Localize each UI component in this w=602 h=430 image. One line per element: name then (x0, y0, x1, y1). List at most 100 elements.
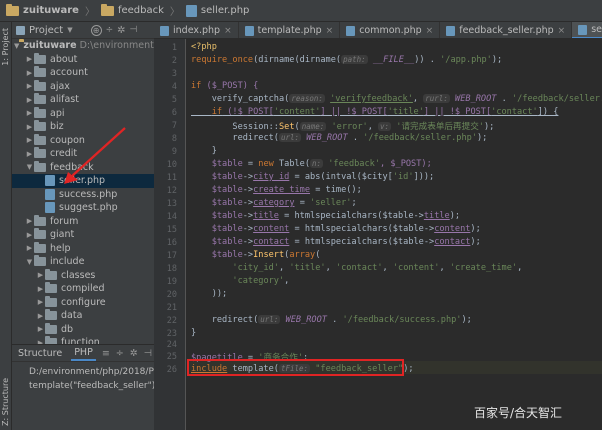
structure-item[interactable]: D:/environment/php/2018/PH (12, 365, 161, 379)
line-number: 15 (166, 225, 177, 235)
structure-item[interactable]: template("feedback_seller") (12, 379, 155, 393)
close-icon[interactable]: × (558, 26, 566, 36)
divide-icon[interactable]: ÷ (106, 25, 114, 35)
tree-folder-classes[interactable]: ▶ classes (12, 268, 154, 283)
hide-icon[interactable]: ⊣ (144, 348, 152, 359)
chevron-down-icon[interactable]: ▼ (67, 26, 72, 34)
tree-item-label: forum (50, 215, 79, 227)
tree-folder-about[interactable]: ▶ about (12, 52, 154, 67)
chevron-right-icon[interactable]: ▶ (36, 312, 45, 320)
chevron-right-icon[interactable]: ▶ (25, 96, 34, 104)
tree-folder-help[interactable]: ▶ help (12, 241, 154, 256)
tree-file-seller-php[interactable]: seller.php (12, 174, 154, 188)
close-icon[interactable]: × (426, 26, 434, 36)
tree-folder-forum[interactable]: ▶ forum (12, 214, 154, 229)
tree-folder-credit[interactable]: ▶ credit (12, 147, 154, 161)
tree-item-label: ajax (50, 80, 70, 92)
breadcrumb-root[interactable]: zuituware (23, 5, 79, 16)
divide-icon[interactable]: ÷ (116, 348, 124, 359)
tab-common-php[interactable]: common.php × (340, 22, 441, 38)
tree-folder-coupon[interactable]: ▶ coupon (12, 133, 154, 148)
tree-folder-alifast[interactable]: ▶ alifast (12, 93, 154, 107)
line-number: 8 (171, 134, 177, 144)
tree-file-success-php[interactable]: success.php (12, 188, 154, 202)
structure-tool-tab[interactable]: Z: Structure (1, 378, 10, 426)
tree-folder-function[interactable]: ▶ function (12, 336, 154, 344)
chevron-right-icon[interactable]: ▶ (25, 109, 34, 117)
chevron-right-icon[interactable]: ▶ (25, 55, 34, 63)
chevron-down-icon[interactable]: ▼ (25, 163, 34, 171)
gear-icon[interactable]: ✲ (117, 25, 125, 36)
tree-folder-ajax[interactable]: ▶ ajax (12, 79, 154, 94)
folder-icon (45, 309, 57, 321)
chevron-right-icon[interactable]: ▶ (25, 231, 34, 239)
chevron-right-icon[interactable]: ▶ (25, 82, 34, 90)
chevron-right-icon[interactable]: ▶ (25, 217, 34, 225)
chevron-down-icon[interactable]: ▼ (25, 258, 34, 266)
chevron-right-icon[interactable]: ▶ (25, 69, 34, 77)
tab-seller-php[interactable]: seller.php× (572, 22, 602, 38)
folder-icon (34, 79, 46, 91)
line-number: 26 (166, 365, 177, 375)
expand-arrow-icon[interactable]: ▼ (14, 42, 19, 50)
project-icon (16, 25, 25, 35)
tree-root[interactable]: ▼ zuituware D:\environment\ph (12, 39, 154, 53)
chevron-right-icon[interactable]: ▶ (36, 325, 45, 333)
tree-folder-data[interactable]: ▶ data (12, 309, 154, 323)
tree-item-label: compiled (61, 283, 105, 295)
tree-folder-include[interactable]: ▼ include (12, 255, 154, 269)
tree-item-label: giant (50, 229, 75, 241)
tree-folder-configure[interactable]: ▶ configure (12, 295, 154, 310)
line-number: 9 (171, 147, 177, 157)
target-icon[interactable]: ⊕ (90, 24, 102, 36)
close-icon[interactable]: × (224, 26, 232, 36)
tree-folder-giant[interactable]: ▶ giant (12, 228, 154, 242)
tab-feedback-seller-php[interactable]: feedback_seller.php × (440, 22, 573, 38)
chevron-right-icon[interactable]: ▶ (36, 298, 45, 306)
line-number: 22 (166, 316, 177, 326)
line-number: 13 (166, 199, 177, 209)
line-number: 16 (166, 238, 177, 248)
chevron-right-icon[interactable]: ▶ (25, 136, 34, 144)
folder-icon (34, 147, 46, 159)
tree-folder-compiled[interactable]: ▶ compiled (12, 282, 154, 296)
chevron-right-icon[interactable]: ▶ (25, 150, 34, 158)
tab-label: feedback_seller.php (459, 25, 554, 36)
folder-icon (34, 93, 46, 105)
close-icon[interactable]: × (326, 26, 334, 36)
tab-index-php[interactable]: index.php × (154, 22, 239, 38)
breadcrumb-folder[interactable]: feedback (118, 5, 164, 16)
tab-php[interactable]: PHP (71, 346, 96, 361)
code-line-6: if (!$_POST['content'] || !$_POST['title… (211, 107, 559, 117)
breadcrumb-file[interactable]: seller.php (201, 5, 249, 16)
line-number: 12 (166, 186, 177, 196)
hide-icon[interactable]: ⊣ (130, 25, 138, 35)
line-number: 1 (171, 43, 177, 53)
code-line-12: $table->create_time = time(); (211, 185, 362, 195)
breadcrumb-separator: 〉 (169, 7, 180, 18)
tree-item-label: feedback (50, 161, 94, 173)
project-view-selector[interactable]: Project (29, 25, 63, 36)
code-line-19: 'category', (232, 276, 290, 286)
line-number: 10 (166, 160, 177, 170)
tab-label: common.php (359, 25, 422, 36)
gear-icon[interactable]: ✲ (130, 348, 138, 359)
project-panel-header: Project ▼ ⊕ ÷ ✲ ⊣ (12, 22, 154, 39)
chevron-right-icon[interactable]: ▶ (25, 244, 34, 252)
tree-folder-feedback[interactable]: ▼ feedback (12, 160, 154, 175)
tree-folder-biz[interactable]: ▶ biz (12, 120, 154, 134)
chevron-right-icon[interactable]: ▶ (25, 123, 34, 131)
folder-icon (34, 52, 46, 64)
chevron-right-icon[interactable]: ▶ (36, 285, 45, 293)
tab-structure[interactable]: Structure (15, 347, 65, 360)
tree-folder-api[interactable]: ▶ api (12, 106, 154, 121)
chevron-right-icon[interactable]: ▶ (36, 271, 45, 279)
line-number: 4 (171, 82, 177, 92)
project-tool-tab[interactable]: 1: Project (1, 28, 10, 66)
sort-icon[interactable]: ≡ (102, 348, 110, 359)
tree-file-suggest-php[interactable]: suggest.php (12, 201, 154, 215)
tree-folder-account[interactable]: ▶ account (12, 66, 154, 80)
tree-folder-db[interactable]: ▶ db (12, 322, 154, 337)
tab-template-php[interactable]: template.php × (239, 22, 341, 38)
code-line-13: $table->category = 'seller'; (211, 198, 357, 208)
